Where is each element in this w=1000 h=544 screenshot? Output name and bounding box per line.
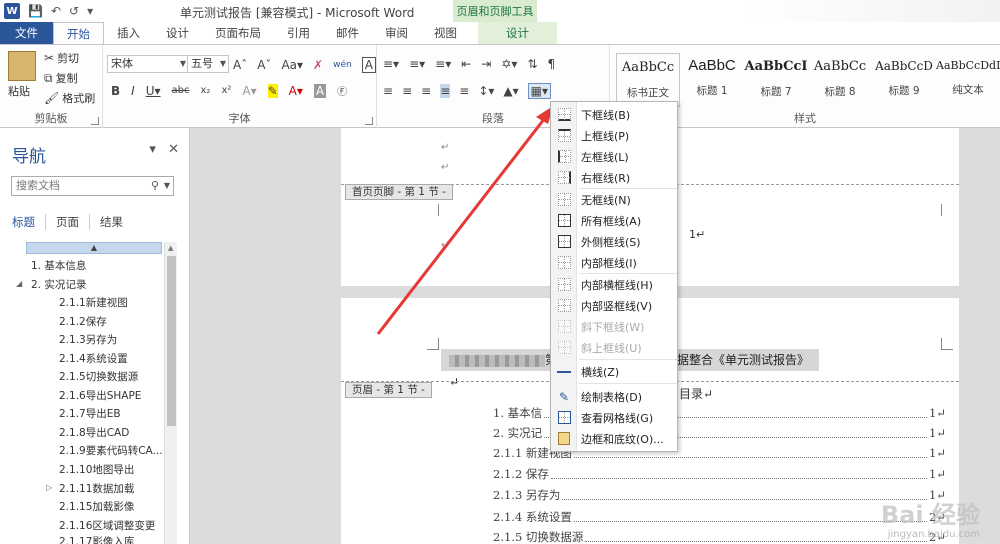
menu-item-label: 右框线(R) (581, 171, 631, 185)
gridlines-icon (551, 411, 577, 424)
menu-item-label: 外侧框线(S) (581, 235, 641, 249)
menu-item-borders-and-shading[interactable]: 边框和底纹(O)... (551, 428, 677, 449)
menu-item-diagonal-up-border: 斜上框线(U) (551, 337, 677, 358)
menu-item-label: 所有框线(A) (581, 214, 642, 228)
menu-item-label: 查看网格线(G) (581, 411, 654, 425)
right-border-icon (551, 171, 577, 184)
menu-item-draw-table[interactable]: ✎ 绘制表格(D) (551, 386, 677, 407)
menu-item-outside-borders[interactable]: 外侧框线(S) (551, 231, 677, 252)
outside-borders-icon (551, 235, 577, 248)
menu-item-inside-vertical-border[interactable]: 内部竖框线(V) (551, 295, 677, 316)
menu-item-label: 绘制表格(D) (581, 390, 643, 404)
no-border-icon (551, 193, 577, 206)
menu-separator (579, 383, 677, 384)
arrow-shaft (376, 113, 550, 335)
top-border-icon (551, 129, 577, 142)
bottom-border-icon (551, 108, 577, 121)
diagonal-up-border-icon (551, 341, 577, 354)
diagonal-down-border-icon (551, 320, 577, 333)
menu-item-no-border[interactable]: 无框线(N) (551, 189, 677, 210)
menu-item-label: 边框和底纹(O)... (581, 432, 664, 446)
inside-horizontal-border-icon (551, 278, 577, 291)
menu-item-diagonal-down-border: 斜下框线(W) (551, 316, 677, 337)
annotation-arrow (376, 106, 553, 335)
menu-item-label: 上框线(P) (581, 129, 630, 143)
all-borders-icon (551, 214, 577, 227)
menu-item-label: 无框线(N) (581, 193, 631, 207)
menu-item-view-gridlines[interactable]: 查看网格线(G) (551, 407, 677, 428)
menu-item-all-borders[interactable]: 所有框线(A) (551, 210, 677, 231)
menu-item-inside-borders[interactable]: 内部框线(I) (551, 252, 677, 273)
menu-item-horizontal-line[interactable]: 横线(Z) (551, 361, 677, 382)
draw-table-icon: ✎ (558, 389, 570, 404)
borders-shading-icon (551, 432, 577, 445)
menu-item-label: 横线(Z) (581, 365, 620, 379)
menu-item-right-border[interactable]: 右框线(R) (551, 167, 677, 188)
menu-item-inside-horizontal-border[interactable]: 内部横框线(H) (551, 274, 677, 295)
menu-item-label: 斜下框线(W) (581, 320, 645, 334)
menu-item-label: 左框线(L) (581, 150, 629, 164)
menu-separator (579, 359, 677, 360)
menu-item-label: 斜上框线(U) (581, 341, 642, 355)
borders-dropdown-menu: 下框线(B) 上框线(P) 左框线(L) 右框线(R) 无框线(N) 所有框线(… (550, 101, 678, 452)
menu-item-left-border[interactable]: 左框线(L) (551, 146, 677, 167)
inside-borders-icon (551, 256, 577, 269)
menu-item-bottom-border[interactable]: 下框线(B) (551, 104, 677, 125)
horizontal-line-icon (551, 370, 577, 373)
menu-item-label: 内部框线(I) (581, 256, 637, 270)
menu-item-top-border[interactable]: 上框线(P) (551, 125, 677, 146)
left-border-icon (551, 150, 577, 163)
menu-item-label: 内部竖框线(V) (581, 299, 653, 313)
menu-item-label: 内部横框线(H) (581, 278, 653, 292)
inside-vertical-border-icon (551, 299, 577, 312)
menu-item-label: 下框线(B) (581, 108, 631, 122)
